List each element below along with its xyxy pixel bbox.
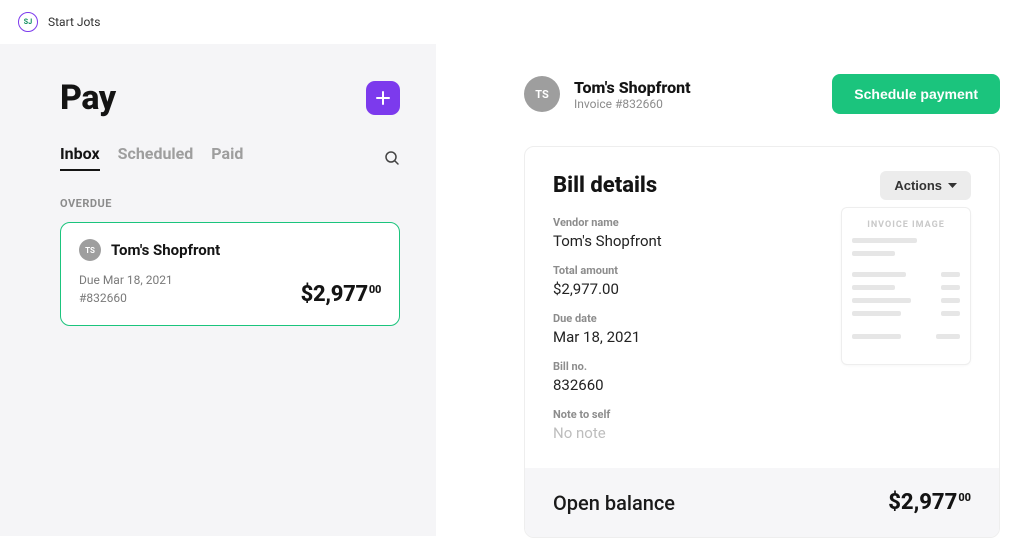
actions-button[interactable]: Actions <box>880 171 971 200</box>
vendor-title: Tom's Shopfront <box>574 78 691 97</box>
page-title: Pay <box>60 78 116 118</box>
tab-paid[interactable]: Paid <box>211 144 243 171</box>
search-icon <box>384 150 400 166</box>
detail-panel: TS Tom's Shopfront Invoice #832660 Sched… <box>436 44 1024 536</box>
pay-panel: Pay Inbox Scheduled Paid OVERDUE TS Tom'… <box>0 44 436 536</box>
field-value-billno: 832660 <box>553 376 971 394</box>
bill-card-meta: Due Mar 18, 2021 #832660 <box>79 271 173 307</box>
bill-card-vendor: Tom's Shopfront <box>111 241 220 259</box>
top-bar: SJ Start Jots <box>0 0 1024 44</box>
caret-down-icon <box>948 183 957 189</box>
vendor-avatar-small: TS <box>79 239 101 261</box>
actions-label: Actions <box>894 178 942 193</box>
open-balance-amount: $2,97700 <box>888 490 971 515</box>
schedule-payment-button[interactable]: Schedule payment <box>832 74 1000 114</box>
invoice-thumbnail[interactable]: INVOICE IMAGE <box>841 207 971 365</box>
bill-card-due: Due Mar 18, 2021 <box>79 271 173 289</box>
search-button[interactable] <box>384 150 400 166</box>
invoice-subtitle: Invoice #832660 <box>574 97 691 111</box>
tab-scheduled[interactable]: Scheduled <box>118 144 194 171</box>
bill-details-title: Bill details <box>553 173 657 198</box>
pay-tabs: Inbox Scheduled Paid <box>60 144 243 171</box>
bill-card[interactable]: TS Tom's Shopfront Due Mar 18, 2021 #832… <box>60 222 400 326</box>
plus-icon <box>376 91 390 105</box>
section-overdue-label: OVERDUE <box>60 197 400 210</box>
vendor-avatar: TS <box>524 76 560 112</box>
bill-card-amount: $2,97700 <box>301 282 381 307</box>
field-label-note: Note to self <box>553 408 971 421</box>
brand-name: Start Jots <box>48 15 100 29</box>
open-balance-label: Open balance <box>553 491 675 515</box>
add-bill-button[interactable] <box>366 81 400 115</box>
field-value-note: No note <box>553 424 971 442</box>
brand-avatar: SJ <box>18 12 38 32</box>
bill-card-ref: #832660 <box>79 289 173 307</box>
tab-inbox[interactable]: Inbox <box>60 144 100 171</box>
invoice-thumbnail-title: INVOICE IMAGE <box>852 220 960 230</box>
bill-details-card: Bill details Actions Vendor name Tom's S… <box>524 146 1000 538</box>
open-balance-row: Open balance $2,97700 <box>525 468 999 537</box>
